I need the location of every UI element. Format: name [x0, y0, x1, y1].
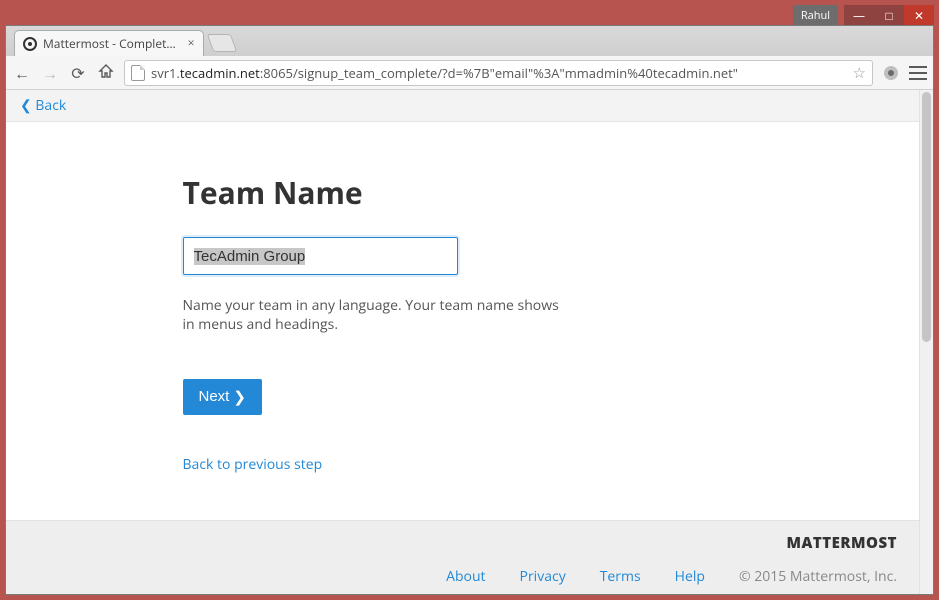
back-to-previous-step-link[interactable]: Back to previous step [183, 455, 743, 474]
footer-link-about[interactable]: About [446, 567, 485, 586]
page-footer: MATTERMOST About Privacy Terms Help © 20… [6, 520, 919, 594]
os-titlebar: Rahul — □ ✕ [5, 5, 934, 25]
nav-home-icon[interactable] [96, 62, 116, 84]
new-tab-button[interactable] [207, 34, 238, 52]
page-back-label: Back [35, 96, 66, 115]
page-back-link[interactable]: ❮ Back [20, 96, 66, 115]
next-button[interactable]: Next ❯ [183, 379, 262, 415]
nav-reload-icon[interactable]: ⟳ [68, 62, 88, 84]
chevron-left-icon: ❮ [20, 96, 35, 115]
os-user-badge: Rahul [793, 5, 838, 25]
scrollbar-thumb[interactable] [922, 92, 931, 342]
bookmark-star-icon[interactable]: ☆ [853, 63, 866, 83]
next-button-label: Next [199, 388, 230, 405]
footer-link-help[interactable]: Help [675, 567, 705, 586]
page-icon [131, 65, 145, 81]
mattermost-favicon-icon [23, 37, 37, 51]
nav-forward-icon: → [40, 62, 60, 84]
browser-tabstrip: Mattermost - Complete T… × [6, 26, 933, 56]
browser-toolbar: ← → ⟳ svr1.tecadmin.net:8065/signup_team… [6, 56, 933, 90]
helper-text: Name your team in any language. Your tea… [183, 297, 563, 335]
footer-copyright: © 2015 Mattermost, Inc. [739, 567, 897, 586]
close-tab-icon[interactable]: × [185, 37, 197, 49]
page-title: Team Name [183, 172, 743, 213]
extension-icon[interactable] [881, 63, 901, 83]
url-rest: :8065/signup_team_complete/?d=%7B"email"… [260, 64, 738, 82]
url-bar[interactable]: svr1.tecadmin.net:8065/signup_team_compl… [124, 60, 873, 86]
nav-back-icon[interactable]: ← [12, 62, 32, 84]
chevron-right-icon: ❯ [233, 388, 246, 406]
os-close-button[interactable]: ✕ [904, 5, 934, 25]
footer-link-privacy[interactable]: Privacy [520, 567, 566, 586]
footer-brand: MATTERMOST [28, 533, 897, 553]
browser-tab[interactable]: Mattermost - Complete T… × [14, 30, 204, 56]
os-maximize-button[interactable]: □ [874, 5, 904, 25]
url-prefix: svr1. [151, 64, 180, 82]
tab-title: Mattermost - Complete T… [43, 35, 181, 52]
scrollbar-track[interactable] [919, 90, 933, 594]
footer-link-terms[interactable]: Terms [600, 567, 641, 586]
url-host: tecadmin.net [180, 64, 260, 82]
page-back-bar: ❮ Back [6, 90, 919, 122]
browser-menu-icon[interactable] [909, 66, 927, 80]
os-minimize-button[interactable]: — [844, 5, 874, 25]
team-name-input[interactable] [183, 237, 458, 275]
